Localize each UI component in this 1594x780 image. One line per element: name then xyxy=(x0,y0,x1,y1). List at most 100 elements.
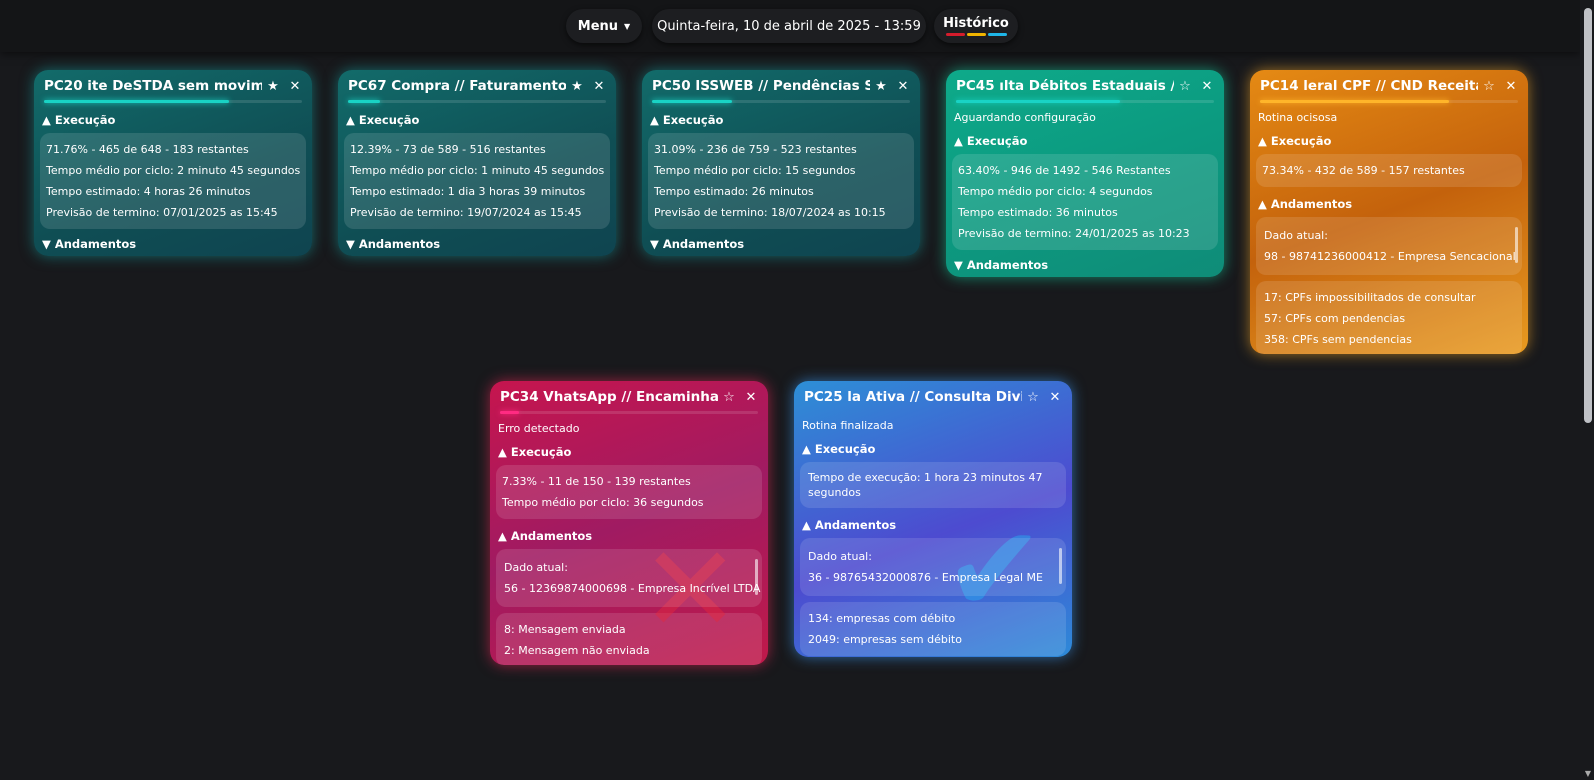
star-outline-icon[interactable]: ☆ xyxy=(1022,390,1044,405)
andamentos-toggle[interactable]: ▲ Andamentos xyxy=(800,508,1066,532)
card-pc45: PC45 ılta Débitos Estaduais // Consulta … xyxy=(946,70,1224,277)
exec-line: 73.34% - 432 de 589 - 157 restantes xyxy=(1262,164,1465,177)
current-data-box[interactable]: Dado atual: 98 - 98741236000412 - Empres… xyxy=(1256,217,1522,275)
current-data-value: 56 - 12369874000698 - Empresa Incrível L… xyxy=(504,582,761,595)
exec-line: Tempo médio por ciclo: 4 segundos xyxy=(958,185,1153,198)
execucao-box: 31.09% - 236 de 759 - 523 restantes Temp… xyxy=(648,133,914,229)
result-line: 2: Mensagem não enviada xyxy=(504,644,650,657)
progress-bar xyxy=(348,100,606,103)
card-title: PC14 leral CPF // CND Receita Federal xyxy=(1260,78,1478,94)
exec-line: Tempo médio por ciclo: 1 minuto 45 segun… xyxy=(350,164,605,177)
card-title: PC45 ılta Débitos Estaduais // Consulta xyxy=(956,78,1174,94)
current-data-label: Dado atual: xyxy=(1264,229,1328,242)
progress-bar xyxy=(44,100,302,103)
star-icon[interactable]: ★ xyxy=(262,79,284,94)
exec-line: Tempo médio por ciclo: 2 minuto 45 segun… xyxy=(46,164,301,177)
current-data-box[interactable]: Dado atual: 36 - 98765432000876 - Empres… xyxy=(800,538,1066,596)
star-outline-icon[interactable]: ☆ xyxy=(718,390,740,405)
scroll-down-arrow-icon[interactable]: ▼ xyxy=(1585,769,1591,778)
exec-line: Tempo estimado: 1 dia 3 horas 39 minutos xyxy=(350,185,586,198)
card-pc34: ✕ PC34 VhatsApp // Encaminha Documentos … xyxy=(490,381,768,665)
inner-scrollbar[interactable] xyxy=(1059,548,1062,584)
star-icon[interactable]: ★ xyxy=(566,79,588,94)
star-outline-icon[interactable]: ☆ xyxy=(1174,79,1196,94)
execucao-box: 63.40% - 946 de 1492 - 546 Restantes Tem… xyxy=(952,154,1218,250)
current-data-box[interactable]: Dado atual: 56 - 12369874000698 - Empres… xyxy=(496,549,762,607)
exec-line: Tempo médio por ciclo: 15 segundos xyxy=(654,164,856,177)
inner-scrollbar[interactable] xyxy=(755,559,758,595)
current-data-label: Dado atual: xyxy=(808,550,872,563)
exec-line: Tempo estimado: 4 horas 26 minutos xyxy=(46,185,251,198)
status-text: Rotina ocisosa xyxy=(1258,111,1338,124)
top-bar: Menu ▼ Quinta-feira, 10 de abril de 2025… xyxy=(0,0,1580,52)
close-icon[interactable]: ✕ xyxy=(1044,390,1066,405)
andamentos-toggle[interactable]: ▼ Andamentos xyxy=(344,229,610,251)
card-pc20: PC20 ite DeSTDA sem movimento ★ ✕ ▲ Exec… xyxy=(34,70,312,256)
history-color-bars xyxy=(945,33,1007,36)
close-icon[interactable]: ✕ xyxy=(1196,79,1218,94)
result-line: 134: empresas com débito xyxy=(808,612,956,625)
andamentos-toggle[interactable]: ▼ Andamentos xyxy=(952,250,1218,272)
exec-line: Tempo estimado: 36 minutos xyxy=(958,206,1118,219)
exec-line: 12.39% - 73 de 589 - 516 restantes xyxy=(350,143,546,156)
execucao-box: Tempo de execução: 1 hora 23 minutos 47 … xyxy=(800,462,1066,508)
andamentos-toggle[interactable]: ▲ Andamentos xyxy=(1256,187,1522,211)
execucao-toggle[interactable]: ▲ Execução xyxy=(648,103,914,127)
execucao-box: 7.33% - 11 de 150 - 139 restantes Tempo … xyxy=(496,465,762,519)
status-text: Aguardando configuração xyxy=(954,111,1096,124)
close-icon[interactable]: ✕ xyxy=(892,79,914,94)
exec-line: 63.40% - 946 de 1492 - 546 Restantes xyxy=(958,164,1171,177)
exec-line: Previsão de termino: 18/07/2024 as 10:15 xyxy=(654,206,886,219)
card-pc25: ✔ PC25 la Ativa // Consulta Divida Ativa… xyxy=(794,381,1072,657)
current-data-value: 98 - 98741236000412 - Empresa Sencaciona… xyxy=(1264,250,1516,263)
result-line: 17: CPFs impossibilitados de consultar xyxy=(1264,291,1476,304)
close-icon[interactable]: ✕ xyxy=(740,390,762,405)
andamentos-toggle[interactable]: ▼ Andamentos xyxy=(648,229,914,251)
result-line: 8: Mensagem enviada xyxy=(504,623,626,636)
close-icon[interactable]: ✕ xyxy=(284,79,306,94)
results-box: 134: empresas com débito 2049: empresas … xyxy=(800,602,1066,656)
exec-line: Previsão de termino: 24/01/2025 as 10:23 xyxy=(958,227,1190,240)
datetime-display: Quinta-feira, 10 de abril de 2025 - 13:5… xyxy=(652,9,926,43)
exec-line: 31.09% - 236 de 759 - 523 restantes xyxy=(654,143,857,156)
inner-scrollbar[interactable] xyxy=(1515,227,1518,263)
andamentos-toggle[interactable]: ▲ Andamentos xyxy=(496,519,762,543)
results-box: 17: CPFs impossibilitados de consultar 5… xyxy=(1256,281,1522,354)
execucao-toggle[interactable]: ▲ Execução xyxy=(344,103,610,127)
status-text: Erro detectado xyxy=(498,422,580,435)
star-outline-icon[interactable]: ☆ xyxy=(1478,79,1500,94)
exec-line: Previsão de termino: 19/07/2024 as 15:45 xyxy=(350,206,582,219)
exec-line: Previsão de termino: 07/01/2025 as 15:45 xyxy=(46,206,278,219)
card-pc50: PC50 ISSWEB // Pendências SIGISS ★ ✕ ▲ E… xyxy=(642,70,920,256)
status-text: Rotina finalizada xyxy=(802,419,894,432)
page-scrollbar[interactable]: ▼ xyxy=(1580,0,1594,780)
card-title: PC34 VhatsApp // Encaminha Documentos xyxy=(500,389,718,405)
card-title: PC50 ISSWEB // Pendências SIGISS xyxy=(652,78,870,94)
card-title: PC67 Compra // Faturamento XML xyxy=(348,78,566,94)
progress-bar xyxy=(500,411,758,414)
execucao-toggle[interactable]: ▲ Execução xyxy=(1256,124,1522,148)
menu-button[interactable]: Menu ▼ xyxy=(566,9,642,43)
andamentos-toggle[interactable]: ▼ Andamentos xyxy=(40,229,306,251)
execucao-box: 73.34% - 432 de 589 - 157 restantes xyxy=(1256,154,1522,187)
result-line: 2049: empresas sem débito xyxy=(808,633,962,646)
execucao-box: 12.39% - 73 de 589 - 516 restantes Tempo… xyxy=(344,133,610,229)
current-data-label: Dado atual: xyxy=(504,561,568,574)
execucao-toggle[interactable]: ▲ Execução xyxy=(952,124,1218,148)
result-line: 358: CPFs sem pendencias xyxy=(1264,333,1412,346)
close-icon[interactable]: ✕ xyxy=(588,79,610,94)
execucao-toggle[interactable]: ▲ Execução xyxy=(800,432,1066,456)
star-icon[interactable]: ★ xyxy=(870,79,892,94)
exec-line: Tempo de execução: 1 hora 23 minutos 47 … xyxy=(808,471,1043,499)
card-pc67: PC67 Compra // Faturamento XML ★ ✕ ▲ Exe… xyxy=(338,70,616,256)
scrollbar-thumb[interactable] xyxy=(1584,8,1592,423)
menu-label: Menu xyxy=(577,18,619,34)
exec-line: Tempo estimado: 26 minutos xyxy=(654,185,814,198)
execucao-toggle[interactable]: ▲ Execução xyxy=(496,435,762,459)
results-box: 8: Mensagem enviada 2: Mensagem não envi… xyxy=(496,613,762,665)
close-icon[interactable]: ✕ xyxy=(1500,79,1522,94)
progress-bar xyxy=(1260,100,1518,103)
history-button[interactable]: Histórico xyxy=(934,9,1018,43)
execucao-toggle[interactable]: ▲ Execução xyxy=(40,103,306,127)
exec-line: 7.33% - 11 de 150 - 139 restantes xyxy=(502,475,691,488)
